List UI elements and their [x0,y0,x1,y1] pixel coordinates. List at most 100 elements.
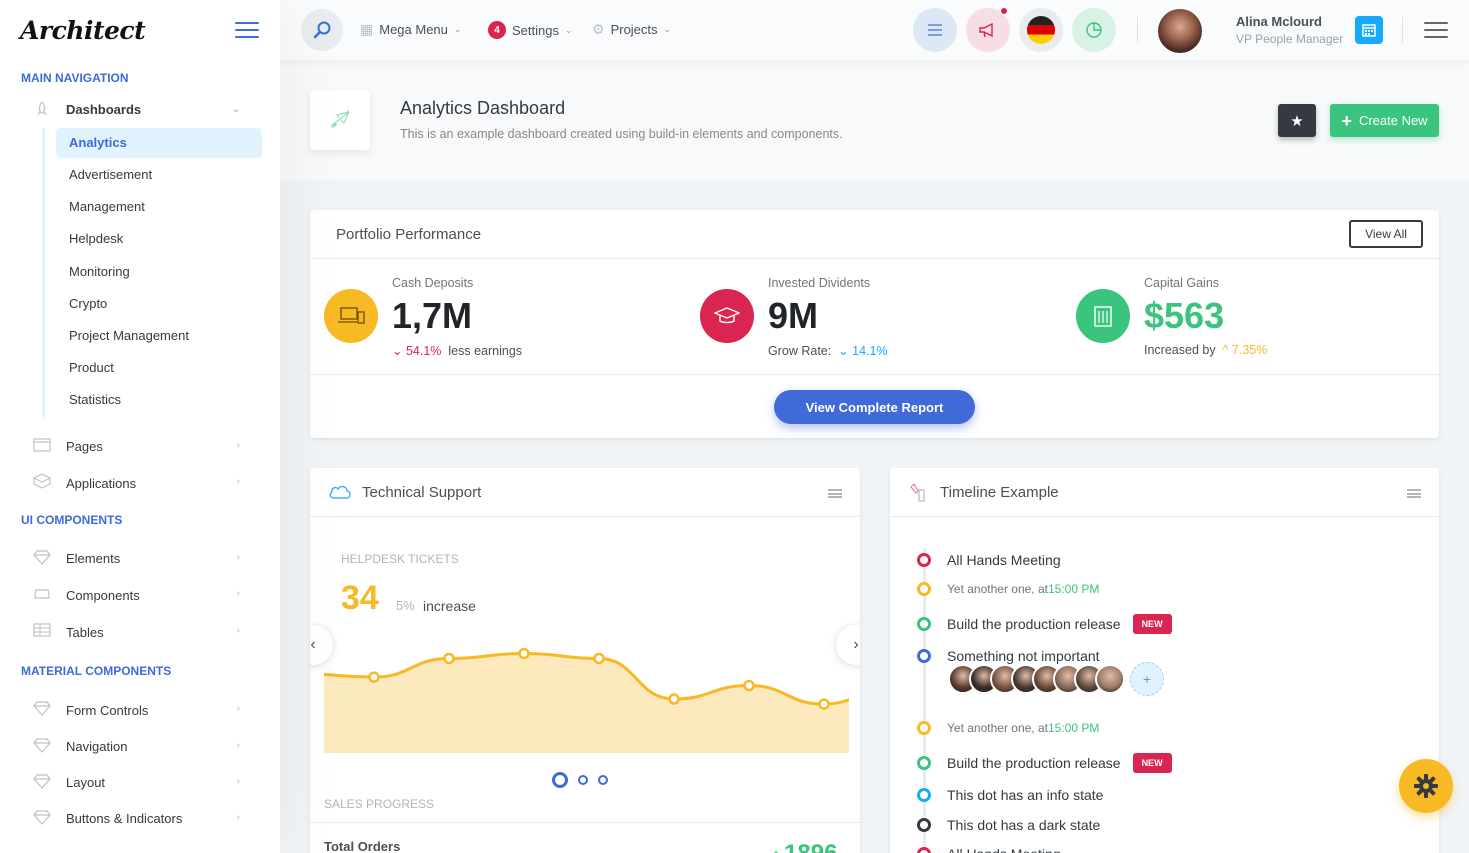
sidebar-item-applications[interactable]: Applications › [0,465,280,502]
header-divider [1402,17,1403,43]
chevron-right-icon: › [236,811,240,823]
chart-point[interactable] [668,693,680,705]
carousel-dot-active[interactable] [552,772,568,788]
sidebar-item-tables[interactable]: Tables › [0,614,280,651]
sidebar-item-form-controls[interactable]: Form Controls › [0,692,280,729]
timeline-dot-icon [917,649,931,663]
card-menu-icon[interactable] [1407,489,1421,498]
chevron-right-icon: › [236,551,240,563]
nav-heading-main: MAIN NAVIGATION [21,71,129,85]
create-new-label: Create New [1358,113,1428,128]
plane-icon [330,109,350,129]
chart-point[interactable] [368,671,380,683]
sidebar-sub-analytics[interactable]: Analytics [56,128,262,158]
diamond-icon [33,773,51,789]
chart-point[interactable] [593,652,605,665]
stat-prefix: Grow Rate: [768,344,832,358]
stat-change: 7.35% [1231,343,1268,357]
brush-icon [910,483,925,502]
stat-icon-bg [324,289,378,343]
language-button[interactable] [1019,8,1063,52]
sidebar-item-buttons-indicators[interactable]: Buttons & Indicators › [0,801,280,837]
sidebar-item-components[interactable]: Components › [0,577,280,614]
activity-button[interactable] [1072,8,1116,52]
gear-icon [1414,774,1438,798]
total-orders-number: 1896 [784,840,837,853]
sidebar-toggle-icon[interactable] [235,22,259,38]
sidebar-item-pages[interactable]: Pages › [0,429,280,465]
portfolio-card: Portfolio Performance View All Cash Depo… [310,210,1439,438]
user-name[interactable]: Alina Mclourd [1236,14,1322,29]
sidebar-sub-crypto[interactable]: Crypto [56,288,262,320]
stat-label: Capital Gains [1144,276,1220,290]
right-menu-icon[interactable] [1424,22,1448,38]
card-title: Technical Support [362,483,482,501]
sidebar-sub-project-management[interactable]: Project Management [56,320,262,352]
header-divider [1137,17,1138,43]
stat-invested-dividents: Invested Dividents 9M Grow Rate: ⌄ 14.1% [686,259,1062,375]
timeline-item: All Hands Meeting [917,552,1061,568]
stat-change: 54.1% [405,344,442,358]
chevron-left-icon: ‹ [310,636,316,653]
sidebar-item-dashboards[interactable]: Dashboards ⌄ [0,93,280,126]
view-all-button[interactable]: View All [1349,220,1423,248]
star-icon: ★ [1290,112,1304,130]
chart-point[interactable] [443,652,455,665]
sidebar-sub-helpdesk[interactable]: Helpdesk [56,223,262,255]
stat-cash-deposits: Cash Deposits 1,7M ⌄ 54.1% less earnings [310,259,686,375]
create-new-button[interactable]: + Create New [1330,104,1439,137]
calendar-button[interactable] [1355,16,1383,44]
timeline-text: Build the production release [947,755,1121,771]
stat-value: 1,7M [392,295,473,336]
chevron-right-icon: › [853,636,859,653]
timeline-item: Yet another one, at 15:00 PM [917,721,1099,735]
user-avatar[interactable] [1158,9,1202,53]
timeline-item: All Hands Meeting [917,846,1061,853]
total-orders-value: ^ 1896 [772,840,837,853]
chart-point[interactable] [743,679,755,692]
timeline-item: Build the production release NEW [917,614,1172,634]
chevron-right-icon: › [236,439,240,451]
sidebar-item-elements[interactable]: Elements › [0,541,280,577]
carousel-dot[interactable] [578,775,588,785]
notification-dot [1000,7,1008,15]
announcements-button[interactable] [966,7,1010,52]
settings-badge: 4 [488,21,506,39]
chevron-down-icon: ⌄ [231,104,240,115]
sidebar-item-navigation[interactable]: Navigation › [0,729,280,765]
sidebar-item-layout[interactable]: Layout › [0,765,280,801]
sidebar-sub-statistics[interactable]: Statistics [56,384,262,416]
projects-link[interactable]: ⚙ Projects ⌄ [592,21,671,38]
logo[interactable]: Architect [20,16,146,45]
settings-link[interactable]: 4 Settings ⌄ [488,21,573,39]
sidebar-item-label: Dashboards [66,102,142,117]
card-header: Timeline Example [890,468,1439,517]
grid-menu-button[interactable] [913,8,957,52]
avatar[interactable] [1095,664,1125,694]
card-title: Timeline Example [940,483,1059,501]
view-complete-report-button[interactable]: View Complete Report [774,390,975,424]
sidebar-sub-product[interactable]: Product [56,352,262,384]
stat-value: $563 [1144,295,1225,336]
technical-support-card: Technical Support HELPDESK TICKETS 34 5%… [310,468,860,853]
sidebar: Architect MAIN NAVIGATION Dashboards ⌄ A… [0,0,280,853]
sidebar-sub-monitoring[interactable]: Monitoring [56,256,262,288]
chart-point[interactable] [818,698,830,710]
stat-icon-bg [1076,289,1130,343]
search-button[interactable] [301,9,343,51]
chevron-right-icon: › [236,739,240,751]
theme-settings-button[interactable] [1399,759,1453,813]
add-member-button[interactable]: + [1130,662,1164,696]
timeline-dot-icon [917,582,931,596]
sidebar-sub-management[interactable]: Management [56,191,262,223]
favorite-button[interactable]: ★ [1278,104,1316,137]
calendar-icon [1362,24,1376,37]
nav-heading-material: MATERIAL COMPONENTS [21,663,172,678]
mega-menu-link[interactable]: ▦ Mega Menu ⌄ [360,21,461,38]
tickets-percent: 5% [396,598,415,613]
carousel-dot[interactable] [598,775,608,785]
card-menu-icon[interactable] [828,489,842,498]
sidebar-item-label: Form Controls [66,702,149,718]
sidebar-sub-advertisement[interactable]: Advertisement [56,159,262,191]
chart-point[interactable] [518,647,530,660]
